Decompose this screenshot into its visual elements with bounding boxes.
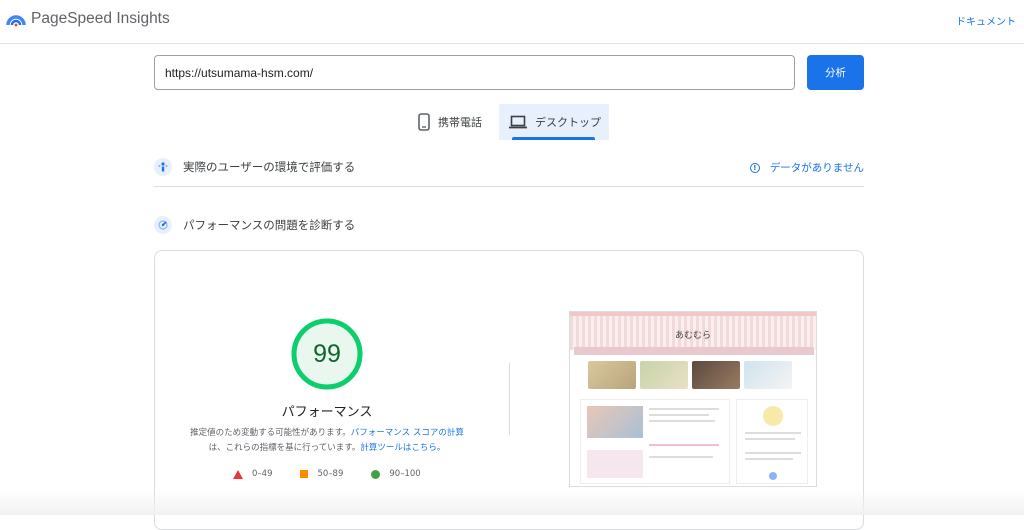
desc-text-1: 推定値のため変動する可能性があります。 — [190, 428, 351, 438]
legend-poor-range: 0–49 — [252, 469, 273, 479]
tab-mobile[interactable]: 携帯電話 — [418, 104, 496, 140]
thumb-line — [745, 458, 793, 460]
thumb-photo-row — [588, 361, 792, 389]
thumb-site-title: あむむら — [674, 331, 711, 341]
logo[interactable]: PageSpeed Insights — [6, 9, 170, 29]
thumb-sidebar — [736, 399, 808, 484]
laptop-icon — [509, 115, 527, 129]
thumb-avatar — [763, 406, 783, 426]
app-title: PageSpeed Insights — [31, 10, 170, 27]
score-description: 推定値のため変動する可能性があります。パフォーマンス スコアの計算 は、これらの… — [175, 426, 479, 456]
thumb-line — [649, 444, 719, 446]
thumb-line — [745, 432, 801, 434]
thumb-line — [649, 414, 709, 416]
analyze-button[interactable]: 分析 — [807, 55, 864, 90]
card-divider — [509, 363, 510, 435]
no-data-notice[interactable]: ! データがありません — [749, 160, 864, 175]
app-header: PageSpeed Insights ドキュメント — [0, 0, 1024, 44]
legend-poor: 0–49 — [233, 469, 272, 479]
legend-average: 50–89 — [300, 469, 343, 479]
circle-icon — [371, 469, 381, 479]
phone-icon — [418, 113, 430, 131]
tab-desktop[interactable]: デスクトップ — [499, 104, 609, 140]
thumb-line — [649, 456, 713, 458]
thumb-photo — [588, 361, 636, 389]
thumb-nav — [574, 347, 814, 355]
triangle-icon — [233, 469, 243, 479]
bottom-fade — [0, 490, 1024, 515]
performance-score: 99 — [313, 339, 341, 368]
score-legend: 0–49 50–89 90–100 — [233, 469, 449, 479]
lab-data-section: パフォーマンスの問題を診断する — [154, 205, 864, 245]
performance-card: 99 パフォーマンス 推定値のため変動する可能性があります。パフォーマンス スコ… — [154, 250, 864, 530]
thumb-article-image-2 — [587, 450, 643, 478]
calculator-link[interactable]: 計算ツールはこちら。 — [360, 443, 445, 453]
thumb-line — [745, 438, 795, 440]
thumb-photo — [744, 361, 792, 389]
performance-label: パフォーマンス — [281, 405, 373, 420]
lab-data-title: パフォーマンスの問題を診断する — [183, 218, 356, 232]
info-icon: ! — [749, 162, 760, 173]
no-data-label: データがありません — [769, 162, 864, 174]
tab-desktop-label: デスクトップ — [535, 116, 601, 129]
diagnose-icon — [154, 216, 172, 234]
square-icon — [300, 470, 309, 478]
legend-good-range: 90–100 — [389, 469, 421, 479]
users-icon — [154, 157, 172, 176]
thumb-topbar — [570, 312, 816, 316]
thumb-photo — [640, 361, 688, 389]
legend-good: 90–100 — [371, 469, 421, 479]
thumb-article-image — [587, 406, 643, 438]
page-screenshot: あむむら — [569, 311, 817, 487]
url-input[interactable] — [154, 55, 795, 90]
legend-average-range: 50–89 — [317, 469, 344, 479]
docs-link[interactable]: ドキュメント — [956, 13, 1016, 28]
thumb-dot — [769, 472, 777, 480]
desc-text-2: は、これらの指標を基に行っています。 — [208, 443, 361, 453]
score-calc-link[interactable]: パフォーマンス スコアの計算 — [351, 428, 464, 438]
field-data-section[interactable]: 実際のユーザーの環境で評価する ! データがありません — [154, 147, 864, 187]
thumb-line — [649, 420, 715, 422]
field-data-title: 実際のユーザーの環境で評価する — [183, 159, 356, 174]
thumb-photo — [692, 361, 740, 389]
thumb-content — [580, 399, 730, 484]
tab-mobile-label: 携帯電話 — [438, 116, 482, 129]
thumb-line — [745, 452, 801, 454]
thumb-line — [649, 408, 719, 410]
pagespeed-logo-icon — [6, 15, 26, 27]
